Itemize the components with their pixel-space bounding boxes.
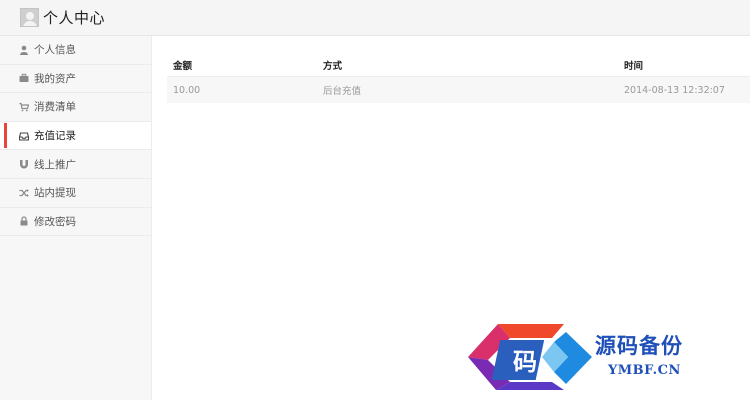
page-header: 个人中心 (0, 0, 750, 36)
cell-time: 2014-08-13 12:32:07 (624, 84, 725, 96)
column-header-amount: 金额 (173, 61, 193, 72)
recharge-records-table: 金额 方式 时间 10.00 后台充值 2014-08-13 12:32:07 (167, 54, 750, 103)
inbox-icon (19, 131, 29, 141)
sidebar-item-label: 我的资产 (34, 72, 76, 85)
table-header-row: 金额 方式 时间 (167, 54, 750, 77)
sidebar-item-label: 充值记录 (34, 130, 76, 143)
watermark-subtext: YMBF.CN (608, 363, 681, 378)
sidebar-item-recharge[interactable]: 充值记录 (0, 121, 151, 151)
sidebar-item-spending[interactable]: 消费清单 (0, 93, 151, 122)
sidebar-menu: 个人信息 我的资产 消费清单 充值记录 线上推广 站内提现 修改密码 (0, 36, 152, 400)
watermark-text: 源码备份 (595, 333, 683, 358)
watermark-glyph: 码 (513, 347, 537, 376)
sidebar-item-assets[interactable]: 我的资产 (0, 65, 151, 94)
watermark-logo: 码 源码备份 YMBF.CN (468, 322, 750, 392)
cell-method: 后台充值 (323, 86, 362, 97)
shuffle-icon (19, 188, 29, 198)
sidebar-item-label: 线上推广 (34, 158, 76, 171)
sidebar-item-profile[interactable]: 个人信息 (0, 36, 151, 65)
user-icon (19, 45, 29, 55)
column-header-time: 时间 (624, 61, 644, 72)
sidebar-item-label: 站内提现 (34, 187, 76, 200)
sidebar-item-promotion[interactable]: 线上推广 (0, 150, 151, 179)
column-header-method: 方式 (323, 61, 343, 72)
table-row: 10.00 后台充值 2014-08-13 12:32:07 (167, 77, 750, 103)
sidebar-item-label: 消费清单 (34, 101, 76, 114)
sidebar-item-password[interactable]: 修改密码 (0, 208, 151, 237)
sidebar-item-withdraw[interactable]: 站内提现 (0, 179, 151, 208)
lock-icon (19, 216, 29, 226)
magnet-icon (19, 159, 29, 169)
page-title: 个人中心 (43, 9, 106, 27)
cell-amount: 10.00 (173, 84, 201, 96)
cart-icon (19, 102, 29, 112)
user-avatar-icon (20, 8, 39, 27)
briefcase-icon (19, 73, 29, 83)
sidebar-item-label: 个人信息 (34, 44, 76, 57)
sidebar-item-label: 修改密码 (34, 215, 76, 228)
